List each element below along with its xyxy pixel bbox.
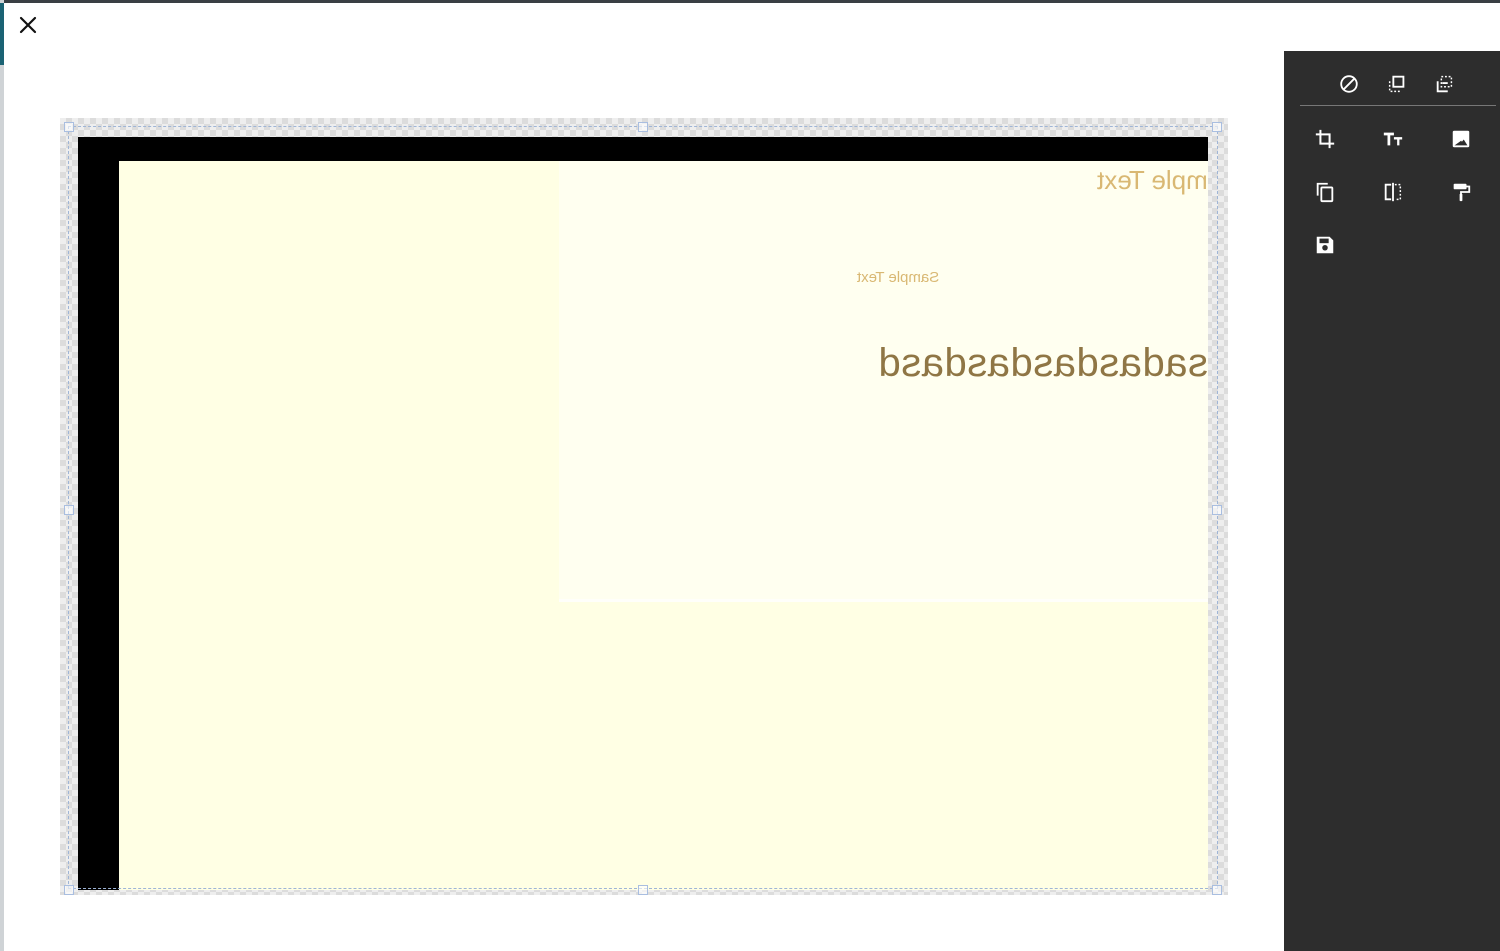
resize-handle-bottom[interactable] [638,885,648,895]
crop-button[interactable] [1307,123,1343,159]
resize-handle-bottom-left[interactable] [64,885,74,895]
save-icon [1314,234,1336,261]
bring-forward-button[interactable] [1379,68,1415,104]
image-canvas[interactable]: mple Text Sample Text sadasdasdasdasd [119,161,1208,890]
format-paint-icon [1450,181,1472,208]
tool-panel [1284,51,1500,951]
image-divider [559,599,1208,602]
save-button[interactable] [1307,229,1343,265]
flip-horizontal-button[interactable] [1375,176,1411,212]
crop-icon [1314,128,1336,155]
text-size-icon [1382,128,1404,155]
window-left-accent [0,3,4,65]
duplicate-icon [1314,181,1336,208]
close-button[interactable] [12,12,44,42]
close-icon [18,15,38,40]
canvas-text-heading[interactable]: sadasdasdasdasd [878,341,1208,386]
resize-handle-bottom-right[interactable] [1212,885,1222,895]
resize-handle-right[interactable] [1212,505,1222,515]
window-top-border [0,0,1500,3]
bring-forward-icon [1386,73,1408,100]
resize-handle-top-right[interactable] [1212,122,1222,132]
text-size-button[interactable] [1375,123,1411,159]
canvas-text-small[interactable]: Sample Text [857,269,939,286]
resize-handle-top-left[interactable] [64,122,74,132]
resize-handle-left[interactable] [64,505,74,515]
duplicate-button[interactable] [1307,176,1343,212]
send-backward-button[interactable] [1427,68,1463,104]
clear-button[interactable] [1331,68,1367,104]
send-backward-icon [1434,73,1456,100]
window-left-border [0,0,4,951]
image-filter-icon [1450,128,1472,155]
resize-handle-top[interactable] [638,122,648,132]
clear-icon [1338,73,1360,100]
format-paint-button[interactable] [1443,176,1479,212]
flip-horizontal-icon [1382,181,1404,208]
canvas-text-large[interactable]: mple Text [1097,165,1208,196]
image-filter-button[interactable] [1443,123,1479,159]
